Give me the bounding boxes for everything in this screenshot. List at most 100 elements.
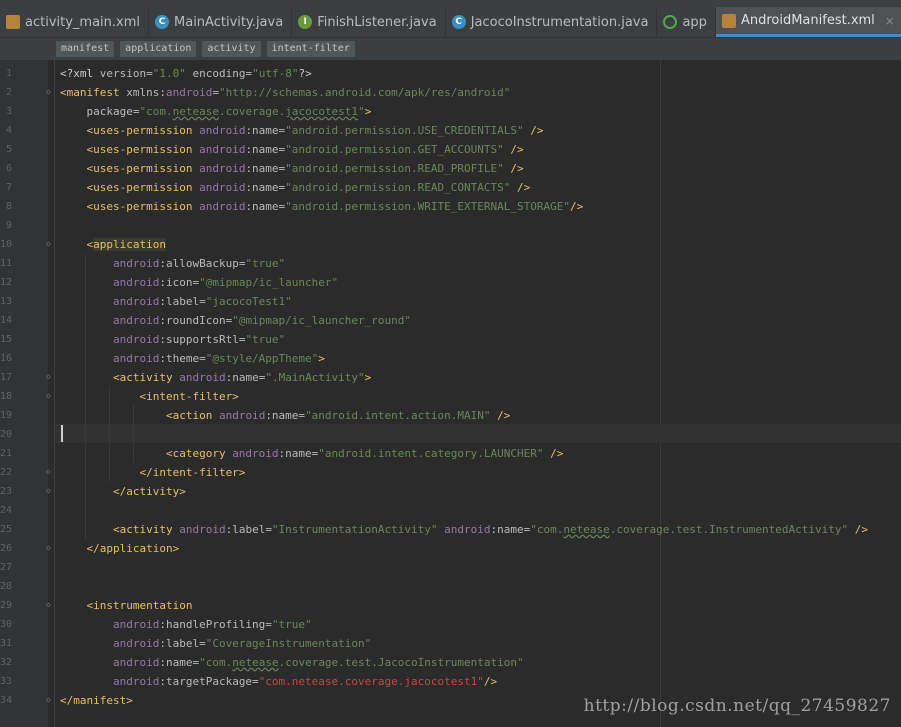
code-token: "http://schemas.android.com/apk/res/andr… bbox=[218, 86, 511, 99]
code-line[interactable]: 17 ◇ <activity android:name=".MainActivit… bbox=[0, 368, 901, 387]
code-line[interactable]: 4 <uses-permission android:name="android… bbox=[0, 121, 901, 140]
code-line[interactable]: 32 android:name="com.netease.coverage.te… bbox=[0, 653, 901, 672]
code-token: :targetPackage= bbox=[159, 675, 259, 688]
code-token: /> bbox=[503, 162, 524, 175]
code-line[interactable]: 13 android:label="jacocoTest1" bbox=[0, 292, 901, 311]
code-token: <uses-permission bbox=[60, 200, 200, 213]
code-token: "android.permission.READ_CONTACTS" bbox=[285, 181, 511, 194]
code-token: "com.netease.coverage.jacocotest1" bbox=[258, 675, 484, 688]
code-line[interactable]: 1 <?xml version="1.0" encoding="utf-8"?> bbox=[0, 64, 901, 83]
breadcrumb-manifest[interactable]: manifest bbox=[56, 41, 115, 57]
code-line[interactable]: 23 ◇ </activity> bbox=[0, 482, 901, 501]
code-text: android:supportsRtl="true" bbox=[60, 330, 285, 349]
code-token: :theme= bbox=[159, 352, 206, 365]
code-line[interactable]: 22 ◇ </intent-filter> bbox=[0, 463, 901, 482]
fold-marker-icon[interactable]: ◇ bbox=[46, 544, 54, 552]
code-token: xmlns: bbox=[126, 86, 166, 99]
breadcrumb-intent-filter[interactable]: intent-filter bbox=[266, 41, 355, 57]
code-line[interactable]: 29 ◇ <instrumentation bbox=[0, 596, 901, 615]
code-line[interactable]: 21 <category android:name="android.inten… bbox=[0, 444, 901, 463]
fold-marker-icon[interactable]: ◇ bbox=[46, 696, 54, 704]
code-token: "android.intent.action.MAIN" bbox=[305, 409, 491, 422]
code-token: /> bbox=[543, 447, 564, 460]
code-line[interactable]: 7 <uses-permission android:name="android… bbox=[0, 178, 901, 197]
code-token: ?> bbox=[298, 67, 312, 80]
code-line[interactable]: 33 android:targetPackage="com.netease.co… bbox=[0, 672, 901, 691]
window-top-strip bbox=[0, 0, 901, 7]
code-token: encoding= bbox=[185, 67, 253, 80]
line-number: 1 bbox=[5, 68, 12, 79]
tab-app[interactable]: app bbox=[657, 7, 716, 37]
code-editor[interactable]: 1 <?xml version="1.0" encoding="utf-8"?> 2… bbox=[0, 64, 901, 710]
code-line[interactable]: 16 android:theme="@style/AppTheme"> bbox=[0, 349, 901, 368]
code-token: android bbox=[60, 352, 160, 365]
code-token: "android.intent.category.LAUNCHER" bbox=[318, 447, 544, 460]
line-number: 6 bbox=[5, 163, 12, 174]
fold-marker-icon[interactable]: ◇ bbox=[46, 487, 54, 495]
code-token: <activity bbox=[60, 371, 180, 384]
code-token: android bbox=[165, 86, 213, 99]
code-line[interactable]: 19 <action android:name="android.intent.… bbox=[0, 406, 901, 425]
code-token: netease bbox=[172, 105, 219, 118]
fold-marker-icon[interactable]: ◇ bbox=[46, 468, 54, 476]
code-token: /> bbox=[483, 675, 498, 688]
code-line[interactable]: 15 android:supportsRtl="true" bbox=[0, 330, 901, 349]
code-token: android bbox=[199, 181, 246, 194]
code-token: android bbox=[60, 656, 160, 669]
code-line[interactable]: 28 bbox=[0, 577, 901, 596]
code-line[interactable]: 24 bbox=[0, 501, 901, 520]
fold-marker-icon[interactable]: ◇ bbox=[46, 392, 54, 400]
code-line[interactable]: 31 android:label="CoverageInstrumentatio… bbox=[0, 634, 901, 653]
fold-marker-icon[interactable]: ◇ bbox=[46, 601, 54, 609]
line-number: 17 bbox=[0, 372, 13, 383]
code-line[interactable]: 20 bbox=[0, 425, 901, 444]
tab-label: FinishListener.java bbox=[317, 14, 437, 30]
breadcrumb-application[interactable]: application bbox=[120, 41, 197, 57]
line-number: 23 bbox=[0, 486, 13, 497]
code-line[interactable]: 12 android:icon="@mipmap/ic_launcher" bbox=[0, 273, 901, 292]
line-number: 16 bbox=[0, 353, 13, 364]
code-line[interactable]: 2 ◇ <manifest xmlns:android="http://schema… bbox=[0, 83, 901, 102]
tab-main-activity-java[interactable]: C MainActivity.java bbox=[149, 7, 293, 37]
code-line[interactable]: 11 android:allowBackup="true" bbox=[0, 254, 901, 273]
tab-jacoco-instrumentation-java[interactable]: C JacocoInstrumentation.java bbox=[446, 7, 658, 37]
class-icon: C bbox=[451, 15, 466, 29]
tab-activity-main-xml[interactable]: activity_main.xml bbox=[0, 7, 150, 37]
code-line[interactable]: 9 bbox=[0, 216, 901, 235]
code-line[interactable]: 25 <activity android:label="Instrumentat… bbox=[0, 520, 901, 539]
code-token: android bbox=[437, 523, 491, 536]
code-token: android bbox=[179, 523, 226, 536]
line-number: 8 bbox=[5, 201, 12, 212]
code-token: </manifest> bbox=[60, 694, 133, 707]
code-token: package= bbox=[60, 105, 140, 118]
fold-marker-icon[interactable]: ◇ bbox=[46, 88, 54, 96]
code-text: <uses-permission android:name="android.p… bbox=[60, 197, 583, 216]
code-token: :name= bbox=[265, 409, 306, 422]
code-line[interactable]: 14 android:roundIcon="@mipmap/ic_launche… bbox=[0, 311, 901, 330]
code-text: <activity android:label="Instrumentation… bbox=[60, 520, 868, 539]
code-token: <uses-permission bbox=[60, 181, 200, 194]
code-line[interactable]: 6 <uses-permission android:name="android… bbox=[0, 159, 901, 178]
code-line[interactable]: 18 ◇ <intent-filter> bbox=[0, 387, 901, 406]
code-token: android bbox=[60, 637, 160, 650]
code-line[interactable]: 26 ◇ </application> bbox=[0, 539, 901, 558]
code-line[interactable]: 27 bbox=[0, 558, 901, 577]
code-line[interactable]: 30 android:handleProfiling="true" bbox=[0, 615, 901, 634]
code-line[interactable]: 10 ◇ <application bbox=[0, 235, 901, 254]
xml-file-icon bbox=[6, 15, 20, 29]
fold-marker-icon[interactable]: ◇ bbox=[46, 373, 54, 381]
code-line[interactable]: 5 <uses-permission android:name="android… bbox=[0, 140, 901, 159]
tab-finish-listener-java[interactable]: I FinishListener.java bbox=[292, 7, 446, 37]
fold-marker-icon[interactable]: ◇ bbox=[46, 240, 54, 248]
breadcrumb-activity[interactable]: activity bbox=[202, 41, 261, 57]
tab-android-manifest-xml[interactable]: AndroidManifest.xml × bbox=[715, 7, 901, 37]
code-token: > bbox=[364, 105, 372, 118]
editor-tab-bar: activity_main.xml C MainActivity.java I … bbox=[0, 7, 901, 38]
tab-label: activity_main.xml bbox=[25, 14, 141, 30]
close-icon[interactable]: × bbox=[885, 14, 895, 28]
code-text: <uses-permission android:name="android.p… bbox=[60, 121, 543, 140]
code-line[interactable]: 3 package="com.netease.coverage.jacocote… bbox=[0, 102, 901, 121]
code-line[interactable]: 8 <uses-permission android:name="android… bbox=[0, 197, 901, 216]
breadcrumb: manifest application activity intent-fil… bbox=[0, 38, 901, 60]
code-token: :supportsRtl= bbox=[159, 333, 246, 346]
